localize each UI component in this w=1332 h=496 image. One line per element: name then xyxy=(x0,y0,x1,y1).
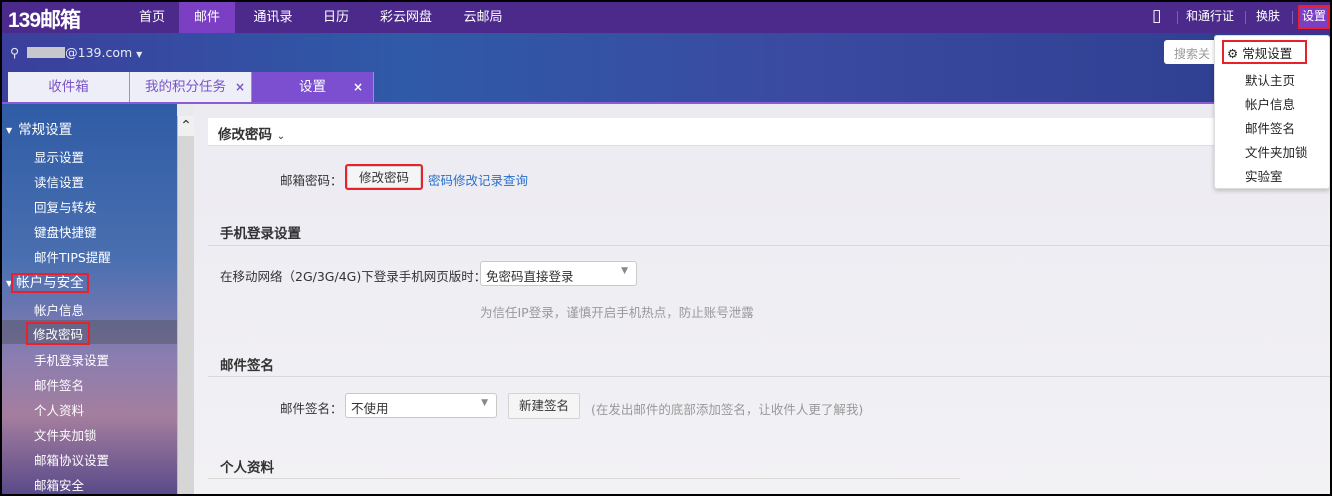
menu-label: 常规设置 xyxy=(1242,46,1293,61)
select-value: 不使用 xyxy=(351,401,389,416)
sidebar-item-signature[interactable]: 邮件签名 xyxy=(34,375,84,394)
nav-cloud-post[interactable]: 云邮局 xyxy=(448,2,518,33)
sidebar-item-change-password[interactable]: 修改密码 xyxy=(25,322,91,345)
divider xyxy=(1177,11,1178,24)
sidebar-item-protocol[interactable]: 邮箱协议设置 xyxy=(34,450,109,469)
section-title: 手机登录设置 xyxy=(220,226,301,242)
user-icon: ⚲ xyxy=(10,45,20,60)
tab-label: 收件箱 xyxy=(48,79,89,95)
signature-hint: (在发出邮件的底部添加签名，让收件人更了解我) xyxy=(591,402,864,417)
sidebar-item-folder-lock[interactable]: 文件夹加锁 xyxy=(34,425,97,444)
nav-contacts[interactable]: 通讯录 xyxy=(238,2,308,33)
select-value: 免密码直接登录 xyxy=(486,269,574,284)
tab-label: 我的积分任务 xyxy=(145,79,226,95)
divider xyxy=(1245,11,1246,24)
tab-points-tasks[interactable]: 我的积分任务 × xyxy=(130,72,252,102)
gear-icon: ⚙ xyxy=(1227,46,1239,61)
menu-item-signature[interactable]: 邮件签名 xyxy=(1245,118,1295,137)
sidebar-scrollbar[interactable]: ⌃ xyxy=(177,116,194,494)
tab-label: 设置 xyxy=(299,79,326,95)
mobile-login-hint: 为信任IP登录，谨慎开启手机热点，防止账号泄露 xyxy=(480,305,754,320)
sidebar-group-general[interactable]: ▼ 常规设置 xyxy=(6,118,72,138)
settings-content: 修改密码 ⌄ 邮箱密码： 修改密码 密码修改记录查询 手机登录设置 在移动网络（… xyxy=(194,104,1330,494)
mail-window: 139邮箱 首页 邮件 通讯录 日历 彩云网盘 云邮局 ▯ 和通行证 换肤 设置… xyxy=(2,2,1330,494)
scroll-up-icon[interactable]: ⌃ xyxy=(178,116,194,136)
nav-mail[interactable]: 邮件 xyxy=(179,2,235,33)
signature-select[interactable]: 不使用 ▼ xyxy=(345,393,497,418)
chevron-down-icon: ▼ xyxy=(136,50,143,59)
user-menu[interactable]: ⚲ @139.com ▼ xyxy=(10,45,142,60)
sidebar-item-shortcuts[interactable]: 键盘快捷键 xyxy=(34,222,97,241)
nav-home[interactable]: 首页 xyxy=(124,2,180,33)
settings-dropdown-menu: ⚙ 常规设置 默认主页 帐户信息 邮件签名 文件夹加锁 实验室 xyxy=(1214,35,1330,189)
divider xyxy=(208,376,1330,377)
close-icon[interactable]: × xyxy=(235,72,245,102)
sidebar-item-tips[interactable]: 邮件TIPS提醒 xyxy=(34,247,111,266)
sidebar-item-reading[interactable]: 读信设置 xyxy=(34,172,84,191)
redacted-username xyxy=(27,47,66,58)
menu-item-folder-lock[interactable]: 文件夹加锁 xyxy=(1245,142,1308,161)
mobile-login-select[interactable]: 免密码直接登录 ▼ xyxy=(480,261,637,286)
group-label: 帐户与安全 xyxy=(11,273,89,293)
menu-item-default-home[interactable]: 默认主页 xyxy=(1245,70,1295,89)
sidebar-item-display[interactable]: 显示设置 xyxy=(34,147,84,166)
close-icon[interactable]: × xyxy=(353,72,363,102)
menu-item-account-info[interactable]: 帐户信息 xyxy=(1245,94,1295,113)
settings-sidebar: ▼ 常规设置 显示设置 读信设置 回复与转发 键盘快捷键 邮件TIPS提醒 ▼ 帐户… xyxy=(2,104,177,494)
mobile-phone-icon[interactable]: ▯ xyxy=(1152,2,1161,33)
new-signature-button[interactable]: 新建签名 xyxy=(508,393,581,419)
change-password-button[interactable]: 修改密码 xyxy=(344,164,424,190)
group-label: 常规设置 xyxy=(18,122,73,138)
section-header[interactable]: 修改密码 ⌄ xyxy=(208,118,1330,146)
section-title: 修改密码 xyxy=(218,127,272,143)
signature-label: 邮件签名： xyxy=(280,401,343,416)
chevron-down-icon: ⌄ xyxy=(276,131,286,142)
settings-link[interactable]: 设置 xyxy=(1297,5,1330,29)
header-band: ⚲ @139.com ▼ 搜索关 收件箱 我的积分任务 × 设置 × xyxy=(2,33,1330,102)
password-history-link[interactable]: 密码修改记录查询 xyxy=(428,170,528,189)
sidebar-group-account-security[interactable]: ▼ 帐户与安全 xyxy=(6,271,89,293)
section-title: 邮件签名 xyxy=(220,358,274,374)
tab-settings[interactable]: 设置 × xyxy=(252,72,374,102)
section-title: 个人资料 xyxy=(220,460,274,476)
divider xyxy=(208,245,1330,246)
tab-inbox[interactable]: 收件箱 xyxy=(8,72,130,102)
dropdown-arrow-icon: ▼ xyxy=(621,266,628,276)
divider xyxy=(1292,11,1293,24)
sidebar-item-reply-forward[interactable]: 回复与转发 xyxy=(34,197,97,216)
menu-item-general-settings[interactable]: ⚙ 常规设置 xyxy=(1222,40,1307,64)
sidebar-item-mail-security[interactable]: 邮箱安全 xyxy=(34,475,84,494)
top-nav: 139邮箱 首页 邮件 通讯录 日历 彩云网盘 云邮局 ▯ 和通行证 换肤 设置 xyxy=(2,2,1330,33)
sidebar-item-account-info[interactable]: 帐户信息 xyxy=(34,300,84,319)
sidebar-item-mobile-login[interactable]: 手机登录设置 xyxy=(34,350,109,369)
nav-calendar[interactable]: 日历 xyxy=(308,2,364,33)
divider xyxy=(208,478,960,479)
skin-link[interactable]: 换肤 xyxy=(1256,2,1280,33)
menu-item-lab[interactable]: 实验室 xyxy=(1245,166,1283,185)
user-email: @139.com xyxy=(65,45,133,60)
sidebar-item-profile[interactable]: 个人资料 xyxy=(34,400,84,419)
caret-down-icon: ▼ xyxy=(6,125,13,135)
password-label: 邮箱密码： xyxy=(280,173,343,188)
mobile-login-label: 在移动网络（2G/3G/4G)下登录手机网页版时： xyxy=(220,269,487,284)
nav-cloud-disk[interactable]: 彩云网盘 xyxy=(364,2,448,33)
hetong-pass-link[interactable]: 和通行证 xyxy=(1186,2,1234,33)
dropdown-arrow-icon: ▼ xyxy=(481,398,488,408)
logo[interactable]: 139邮箱 xyxy=(8,4,81,34)
